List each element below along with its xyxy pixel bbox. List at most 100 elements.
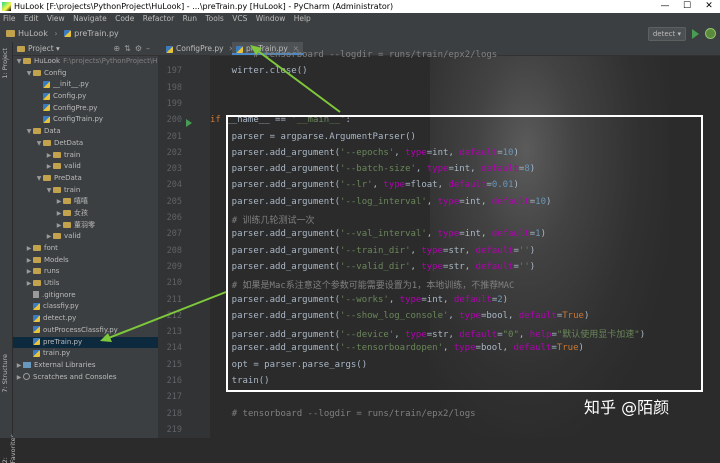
expand-right-icon[interactable]: ▶ [15, 360, 23, 372]
tree-file[interactable]: __init__.py [13, 79, 158, 91]
menu-edit[interactable]: Edit [24, 14, 39, 23]
tree-file[interactable]: ConfigTrain.py [13, 114, 158, 126]
tree-file[interactable]: ConfigPre.py [13, 103, 158, 115]
tree-folder[interactable]: ▶ Utils [13, 278, 158, 290]
expand-right-icon[interactable]: ▶ [45, 231, 53, 243]
folder-icon [53, 233, 61, 240]
breadcrumb-project[interactable]: HuLook [18, 29, 48, 38]
menu-file[interactable]: File [3, 14, 16, 23]
menu-help[interactable]: Help [294, 14, 311, 23]
tree-item-label: classfiy.py [43, 302, 79, 311]
menu-run[interactable]: Run [183, 14, 197, 23]
tool-tab-project[interactable]: 1: Project [1, 48, 9, 79]
code-token: '--log_interval' [340, 196, 427, 207]
tree-folder[interactable]: ▼ PreData [13, 173, 158, 185]
line-number: 211 [166, 294, 182, 305]
expand-down-icon[interactable]: ▼ [25, 68, 33, 80]
tree-file[interactable]: Config.py [13, 91, 158, 103]
tree-file[interactable]: outProcessClassfiy.py [13, 325, 158, 337]
code-token: type [437, 196, 460, 207]
tree-folder[interactable]: ▶ runs [13, 266, 158, 278]
code-token: parser.add_argument( [210, 245, 341, 256]
tree-folder[interactable]: ▶ 嘻嘻 [13, 196, 158, 208]
code-token: , [518, 330, 530, 341]
folder-icon [33, 245, 41, 251]
tree-file[interactable]: .gitignore [13, 290, 158, 302]
code-token: , [372, 180, 384, 191]
project-panel-tools[interactable]: ⊕⇅⚙– [113, 42, 154, 55]
code-token: parser.add_argument( [210, 164, 341, 175]
menu-refactor[interactable]: Refactor [143, 14, 174, 23]
expand-right-icon[interactable]: ▶ [25, 243, 33, 255]
menu-vcs[interactable]: VCS [232, 14, 247, 23]
tree-folder[interactable]: ▶ 女孩 [13, 208, 158, 220]
tree-folder[interactable]: ▼ train [13, 185, 158, 197]
expand-right-icon[interactable]: ▶ [25, 278, 33, 290]
tool-tab-structure[interactable]: 7: Structure [1, 354, 9, 393]
expand-right-icon[interactable]: ▶ [55, 220, 63, 232]
expand-right-icon[interactable]: ▶ [15, 372, 23, 384]
tree-file[interactable]: ▶ Scratches and Consoles [13, 372, 158, 384]
tree-file[interactable]: detect.py [13, 313, 158, 325]
tree-file[interactable]: ▶ External Libraries [13, 360, 158, 372]
maximize-button[interactable]: ☐ [676, 0, 698, 13]
expand-right-icon[interactable]: ▶ [45, 161, 53, 173]
tree-folder[interactable]: ▼ Data [13, 126, 158, 138]
tree-folder[interactable]: ▼ Config [13, 68, 158, 80]
expand-down-icon[interactable]: ▼ [35, 138, 43, 150]
expand-right-icon[interactable]: ▶ [25, 255, 33, 267]
folder-icon [33, 268, 41, 275]
expand-right-icon[interactable]: ▶ [55, 196, 63, 208]
tree-folder[interactable]: ▼ HuLookF:\projects\PythonProject\HuLook [13, 56, 158, 68]
line-number: 205 [166, 196, 182, 207]
tool-tab-favorites[interactable]: 2: Favorites [1, 434, 17, 463]
project-panel-title[interactable]: Project [28, 44, 54, 53]
expand-down-icon[interactable]: ▼ [25, 126, 33, 138]
code-text[interactable]: # tensorboard --logdir = runs/train/epx2… [210, 50, 720, 438]
code-token: parser.add_argument( [210, 147, 341, 158]
tree-item-label: valid [64, 232, 81, 241]
menu-tools[interactable]: Tools [205, 14, 223, 23]
code-line: # 训练几轮测试一次 [210, 213, 315, 226]
expand-down-icon[interactable]: ▼ [35, 173, 43, 185]
minimize-button[interactable]: — [654, 0, 676, 13]
menu-navigate[interactable]: Navigate [73, 14, 107, 23]
tree-folder[interactable]: ▶ valid [13, 161, 158, 173]
tree-folder[interactable]: ▶ train [13, 150, 158, 162]
tree-folder[interactable]: ▶ 董羽零 [13, 220, 158, 232]
menu-window[interactable]: Window [256, 14, 286, 23]
code-token: , [415, 164, 427, 175]
expand-down-icon[interactable]: ▼ [45, 185, 53, 197]
expand-down-icon[interactable]: ▼ [15, 56, 23, 68]
tree-folder[interactable]: ▼ DetData [13, 138, 158, 150]
expand-right-icon[interactable]: ▶ [25, 266, 33, 278]
scratch-icon [23, 373, 30, 381]
python-file-icon [33, 338, 40, 345]
run-gutter-icon[interactable] [186, 119, 192, 128]
code-token: # 如果是Mac系注意这个参数可能需要设置为1，本地训练，不推荐MAC [231, 281, 515, 292]
expand-right-icon[interactable]: ▶ [45, 150, 53, 162]
code-token: help [529, 330, 552, 341]
project-panel: Project ▾ ⊕⇅⚙– ▼ HuLook F:\projects\Python… [13, 42, 158, 438]
menu-code[interactable]: Code [115, 14, 134, 23]
tree-file[interactable]: classfiy.py [13, 301, 158, 313]
tree-item-label: font [44, 244, 58, 252]
code-line: opt = parser.parse_args() [210, 360, 367, 370]
breadcrumb-file[interactable]: preTrain.py [74, 29, 119, 38]
expand-right-icon[interactable]: ▶ [55, 208, 63, 220]
tree-folder[interactable]: ▶ Models [13, 255, 158, 267]
line-number: 200 [166, 115, 182, 126]
tree-item-label: Scratches and Consoles [33, 372, 117, 381]
code-token: =str, [443, 261, 476, 272]
code-line: train() [210, 376, 270, 386]
run-config-select[interactable]: detect ▾ [647, 26, 686, 41]
tree-file[interactable]: train.py [13, 348, 158, 360]
tree-folder[interactable]: ▶ font [13, 243, 158, 255]
tree-file[interactable]: preTrain.py [13, 336, 158, 349]
run-icon[interactable] [692, 28, 699, 39]
menu-view[interactable]: View [47, 14, 65, 23]
close-button[interactable]: ✕ [698, 0, 720, 13]
tree-folder[interactable]: ▶ valid [13, 231, 158, 243]
debug-icon[interactable] [705, 28, 716, 39]
code-token: '--batch-size' [340, 164, 416, 175]
